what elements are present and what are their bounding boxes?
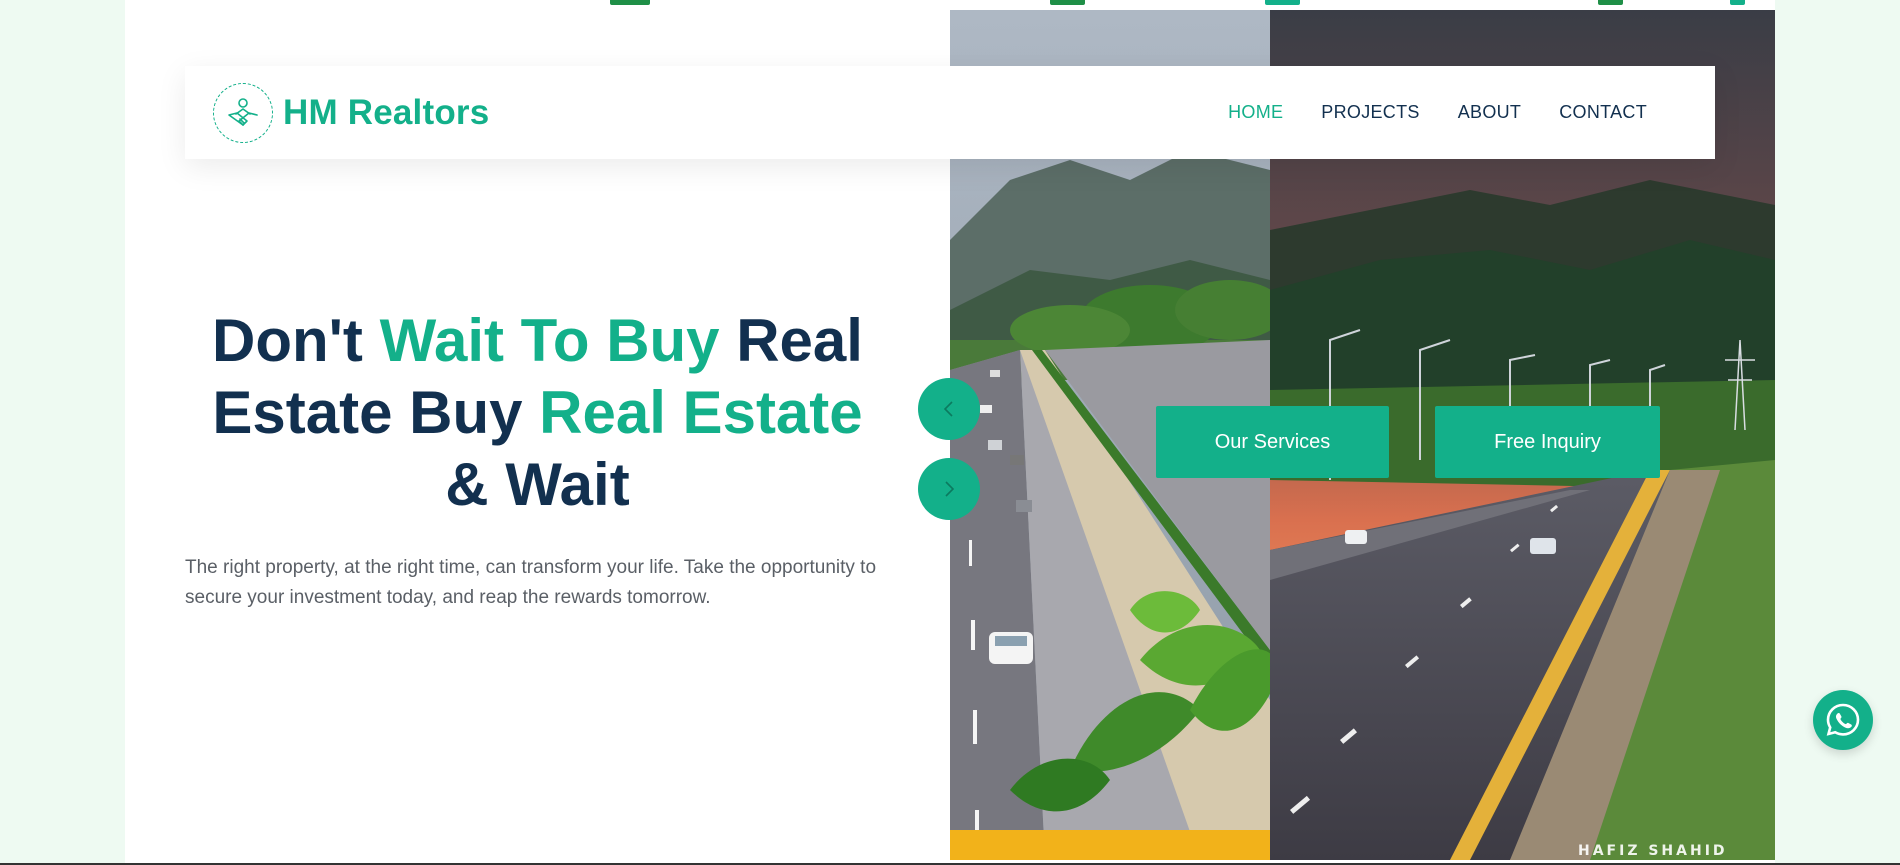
main-nav: HOME PROJECTS ABOUT CONTACT bbox=[1228, 66, 1647, 159]
brand-name: HM Realtors bbox=[283, 92, 490, 132]
nav-home[interactable]: HOME bbox=[1228, 102, 1283, 123]
headline-accent: Wait To Buy bbox=[379, 307, 720, 374]
nav-projects[interactable]: PROJECTS bbox=[1321, 102, 1419, 123]
top-partial-element bbox=[1265, 0, 1300, 5]
slider-prev-button[interactable] bbox=[918, 378, 980, 440]
top-partial-element bbox=[1050, 0, 1085, 5]
hero-lead: The right property, at the right time, c… bbox=[185, 557, 877, 608]
chevron-right-icon bbox=[945, 481, 955, 497]
headline-text: & Wait bbox=[445, 451, 630, 518]
headline-accent: Real Estate bbox=[539, 379, 863, 446]
free-inquiry-button[interactable]: Free Inquiry bbox=[1435, 406, 1660, 478]
image-watermark: HAFIZ SHAHID bbox=[1578, 843, 1728, 859]
nav-contact[interactable]: CONTACT bbox=[1559, 102, 1647, 123]
brand[interactable]: HM Realtors bbox=[213, 82, 490, 143]
handshake-icon bbox=[213, 82, 273, 143]
whatsapp-button[interactable] bbox=[1813, 690, 1873, 750]
slider-next-button[interactable] bbox=[918, 458, 980, 520]
top-partial-element bbox=[1598, 0, 1623, 5]
whatsapp-icon bbox=[1826, 703, 1860, 736]
headline-text: Don't bbox=[212, 307, 380, 374]
top-partial-element bbox=[610, 0, 650, 5]
nav-about[interactable]: ABOUT bbox=[1458, 102, 1522, 123]
top-partial-element bbox=[1730, 0, 1745, 5]
navbar: HM Realtors HOME PROJECTS ABOUT CONTACT bbox=[185, 66, 1715, 159]
hero-headline: Don't Wait To Buy Real Estate Buy Real E… bbox=[185, 305, 890, 521]
chevron-left-icon bbox=[943, 401, 953, 417]
our-services-button[interactable]: Our Services bbox=[1156, 406, 1389, 478]
